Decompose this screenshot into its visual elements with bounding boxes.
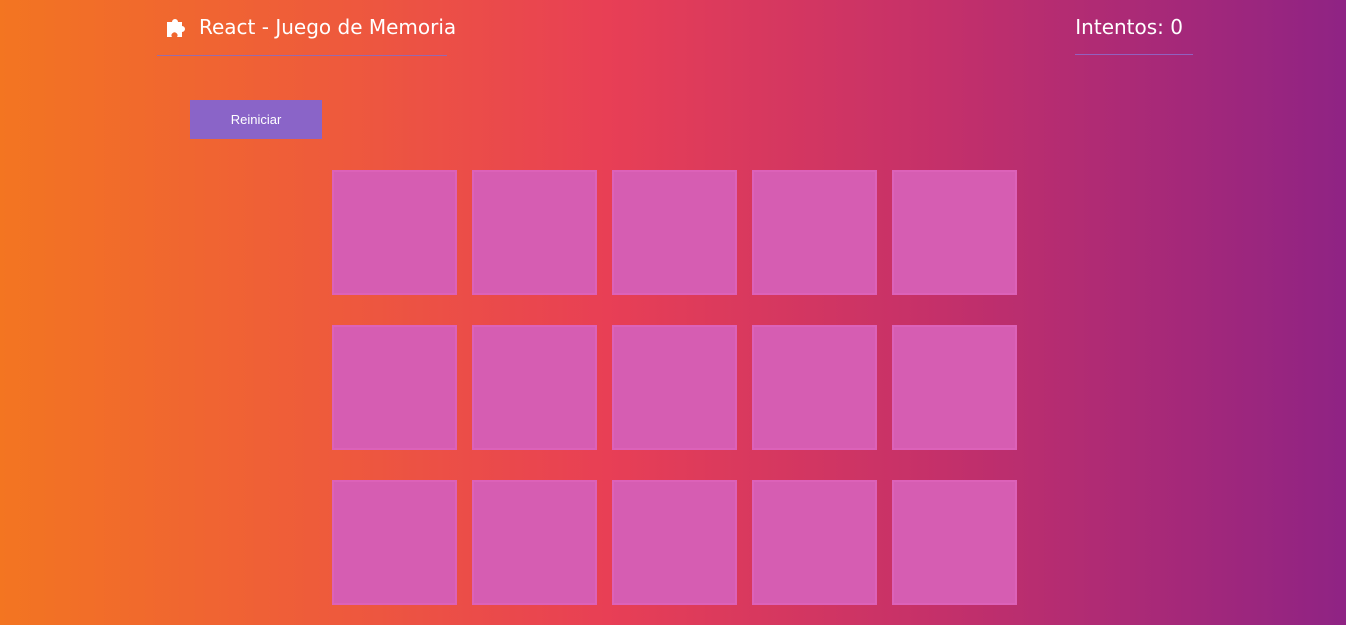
memory-card[interactable] bbox=[332, 480, 457, 605]
memory-card[interactable] bbox=[472, 480, 597, 605]
memory-card[interactable] bbox=[612, 170, 737, 295]
memory-card[interactable] bbox=[612, 325, 737, 450]
memory-card[interactable] bbox=[752, 170, 877, 295]
header-title-bar: React - Juego de Memoria bbox=[157, 0, 456, 56]
puzzle-piece-icon bbox=[167, 19, 185, 37]
memory-card[interactable] bbox=[332, 325, 457, 450]
page-title: React - Juego de Memoria bbox=[199, 15, 457, 39]
memory-card[interactable] bbox=[892, 325, 1017, 450]
attempts-label: Intentos: 0 bbox=[1075, 15, 1183, 39]
memory-card[interactable] bbox=[752, 325, 877, 450]
memory-card[interactable] bbox=[892, 170, 1017, 295]
memory-board bbox=[332, 170, 1018, 606]
memory-card[interactable] bbox=[612, 480, 737, 605]
memory-card[interactable] bbox=[752, 480, 877, 605]
memory-card[interactable] bbox=[892, 480, 1017, 605]
reset-button[interactable]: Reiniciar bbox=[190, 100, 322, 139]
memory-card[interactable] bbox=[472, 325, 597, 450]
attempts-counter: Intentos: 0 bbox=[1075, 0, 1193, 55]
memory-card[interactable] bbox=[332, 170, 457, 295]
memory-card[interactable] bbox=[472, 170, 597, 295]
